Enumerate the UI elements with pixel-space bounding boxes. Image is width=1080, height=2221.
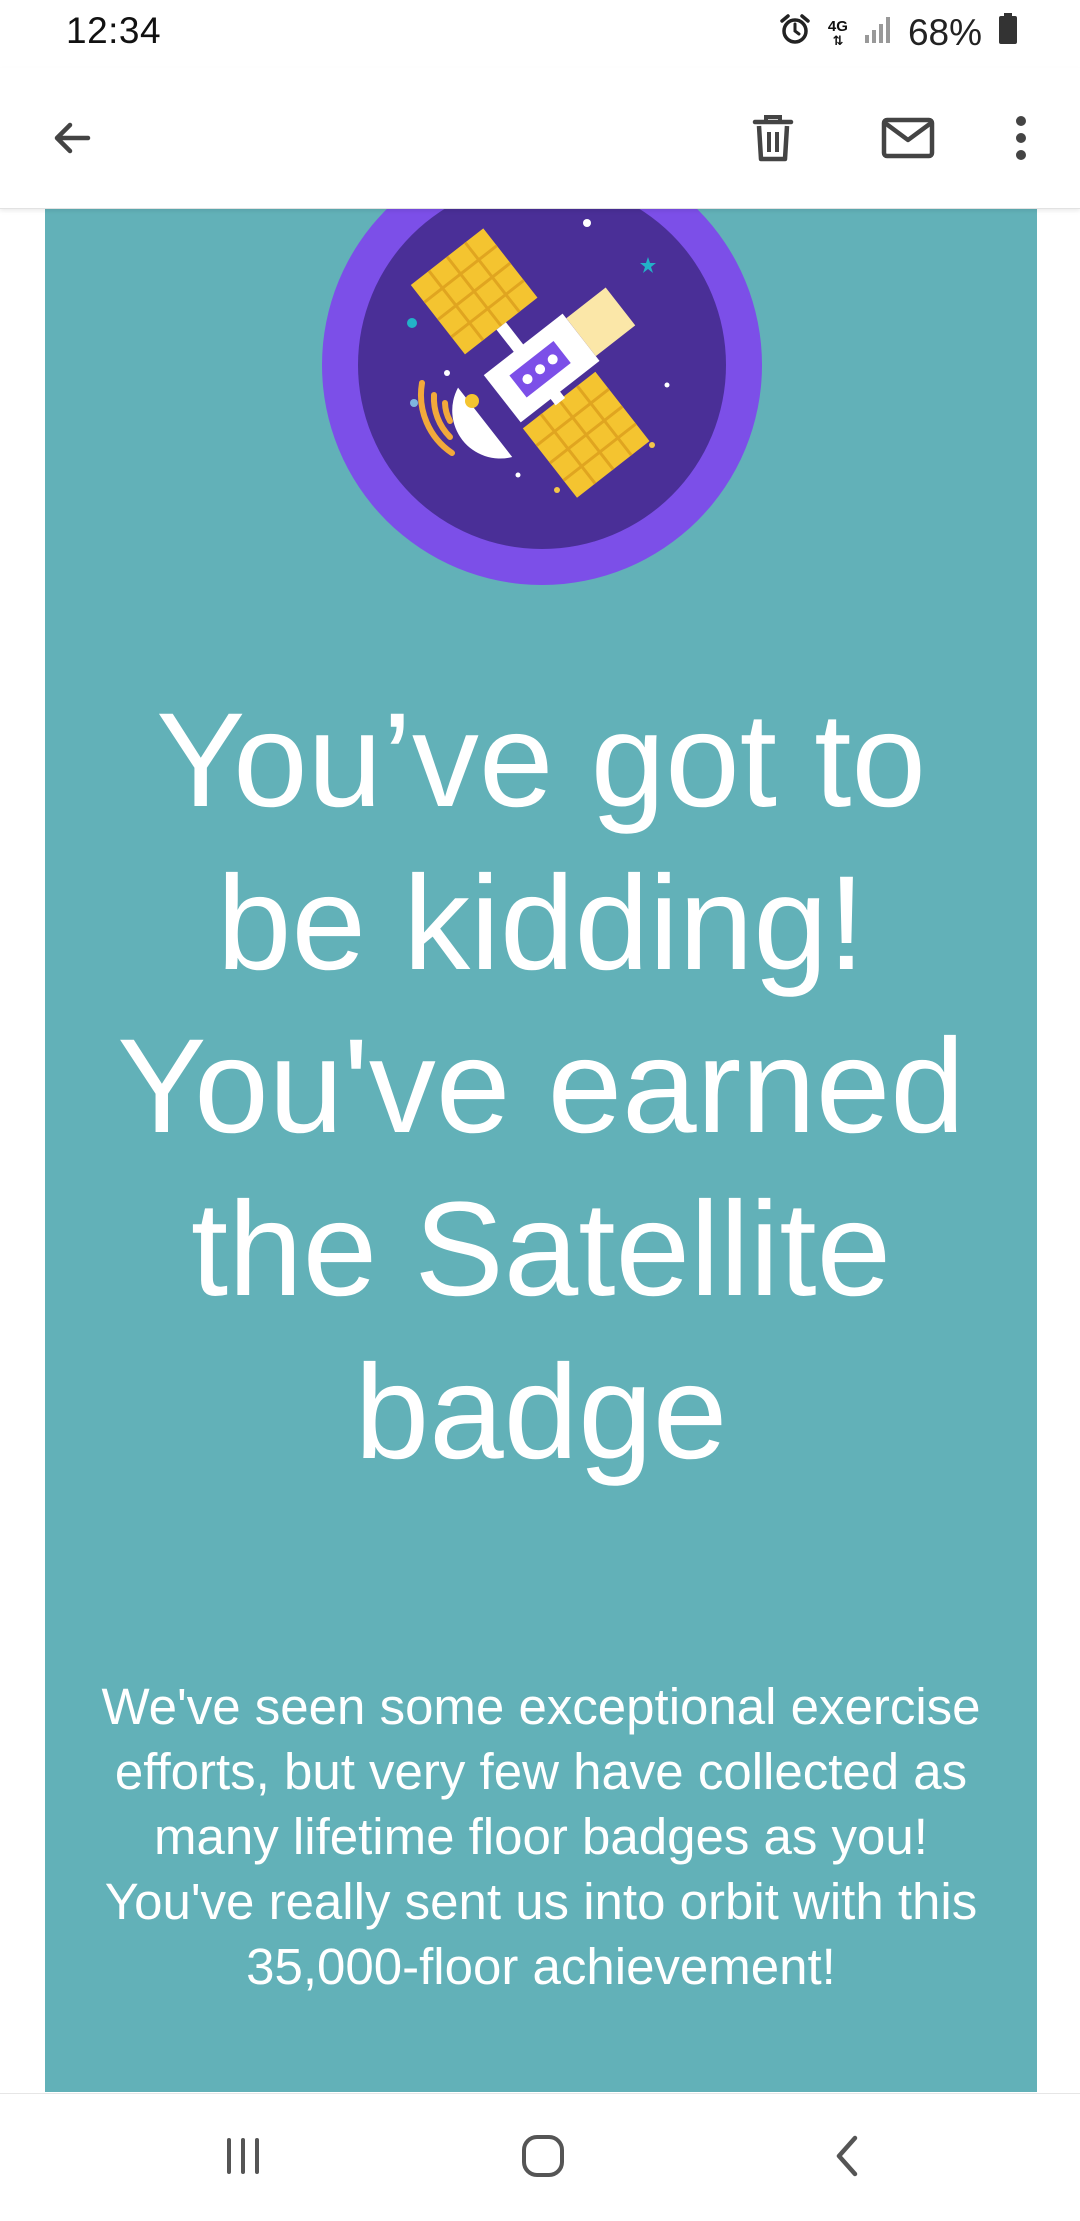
back-button[interactable] xyxy=(36,102,108,174)
recent-apps-button[interactable] xyxy=(198,2116,288,2196)
navigation-bar xyxy=(0,2093,1080,2221)
email-toolbar xyxy=(0,68,1080,209)
recent-apps-icon xyxy=(227,2138,259,2174)
more-vert-icon xyxy=(1016,116,1026,160)
delete-button[interactable] xyxy=(737,102,809,174)
alarm-icon xyxy=(778,12,812,55)
more-options-button[interactable] xyxy=(985,102,1057,174)
email-headline: You’ve got to be kidding! You've earned … xyxy=(117,686,965,1487)
email-message: We've seen some exceptional exercise eff… xyxy=(101,1678,981,1995)
battery-percentage: 68% xyxy=(907,12,982,53)
battery-icon xyxy=(998,12,1018,54)
status-indicators: 4G ⇅ 68% xyxy=(778,10,1018,56)
home-button[interactable] xyxy=(498,2116,588,2196)
home-icon xyxy=(522,2135,564,2177)
email-body: You’ve got to be kidding! You've earned … xyxy=(45,209,1037,2092)
satellite-badge-icon xyxy=(322,209,762,585)
mark-unread-button[interactable] xyxy=(872,102,944,174)
signal-icon xyxy=(864,12,892,54)
back-icon xyxy=(836,2135,858,2177)
system-back-button[interactable] xyxy=(802,2116,892,2196)
status-bar: 12:34 4G ⇅ 68% xyxy=(0,0,1080,68)
status-time: 12:34 xyxy=(66,10,162,51)
back-arrow-icon xyxy=(54,122,91,154)
network-label: 4G xyxy=(827,18,848,35)
mail-icon xyxy=(881,117,935,159)
delete-icon xyxy=(752,115,794,162)
network-icon: 4G ⇅ xyxy=(827,18,848,48)
